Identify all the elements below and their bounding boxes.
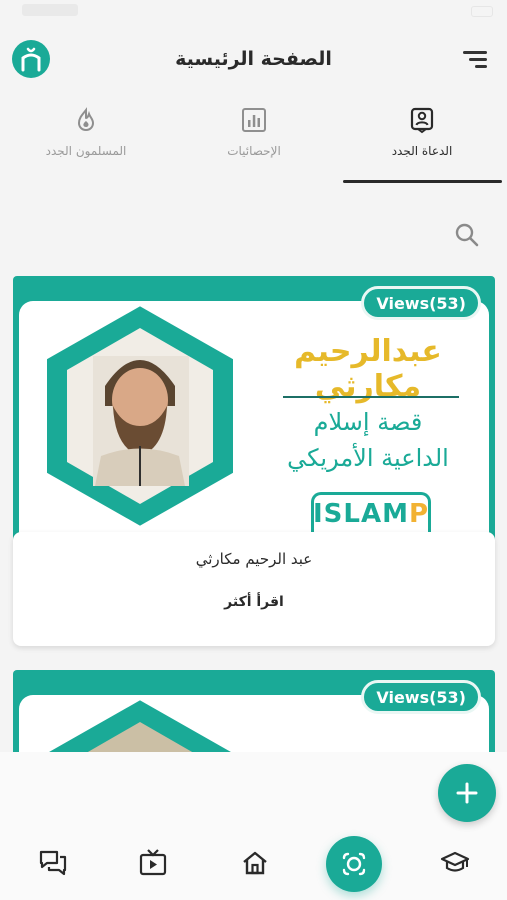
preacher-name: عبد الرحيم مكارثي xyxy=(195,550,313,568)
scan-icon[interactable] xyxy=(326,836,382,892)
status-time xyxy=(22,4,78,16)
graduation-cap-icon[interactable] xyxy=(440,848,470,878)
islamp-logo: ISL A M P xyxy=(311,492,431,532)
plus-icon xyxy=(456,782,478,804)
page-title: الصفحة الرئيسية xyxy=(175,48,332,70)
stats-chart-icon xyxy=(242,108,266,132)
card-info-panel: عبد الرحيم مكارثي اقرأ أكثر xyxy=(13,532,495,646)
home-icon[interactable] xyxy=(240,848,270,878)
tab-bar: المسلمون الجدد الإحصائيات الدعاة الجدد xyxy=(0,104,507,186)
tab-new-preachers[interactable]: الدعاة الجدد xyxy=(342,104,502,186)
tab-label: الإحصائيات xyxy=(227,144,281,158)
bottom-navigation xyxy=(0,752,507,900)
add-button[interactable] xyxy=(438,764,496,822)
banner-subtitle-1: قصة إسلام xyxy=(313,408,423,436)
views-badge: Views(53) xyxy=(361,680,481,714)
card-banner-image[interactable]: عبدالرحيم مكارثي قصة إسلام الداعية الأمر… xyxy=(13,276,495,546)
tab-new-muslims[interactable]: المسلمون الجدد xyxy=(6,104,166,186)
app-header: الصفحة الرئيسية xyxy=(0,36,507,86)
tab-label: المسلمون الجدد xyxy=(45,144,127,158)
preacher-photo-hexagon xyxy=(43,301,237,531)
banner-title: عبدالرحيم مكارثي xyxy=(294,334,442,404)
tab-label: الدعاة الجدد xyxy=(391,144,453,158)
chat-icon[interactable] xyxy=(38,848,68,878)
preacher-badge-icon xyxy=(410,107,434,134)
menu-icon[interactable] xyxy=(461,48,487,70)
banner-subtitle-2: الداعية الأمريكي xyxy=(287,444,449,472)
preacher-card[interactable]: عبدالرحيم مكارثي قصة إسلام الداعية الأمر… xyxy=(13,276,495,646)
battery-icon xyxy=(471,6,493,17)
status-bar xyxy=(0,0,507,26)
search-icon[interactable] xyxy=(454,222,480,248)
read-more-link[interactable]: اقرأ أكثر xyxy=(13,594,495,610)
banner-divider xyxy=(283,396,459,398)
tab-statistics[interactable]: الإحصائيات xyxy=(174,104,334,186)
flame-icon xyxy=(77,107,95,132)
views-badge: Views(53) xyxy=(361,286,481,320)
tv-icon[interactable] xyxy=(138,848,168,878)
active-tab-indicator xyxy=(343,180,502,183)
